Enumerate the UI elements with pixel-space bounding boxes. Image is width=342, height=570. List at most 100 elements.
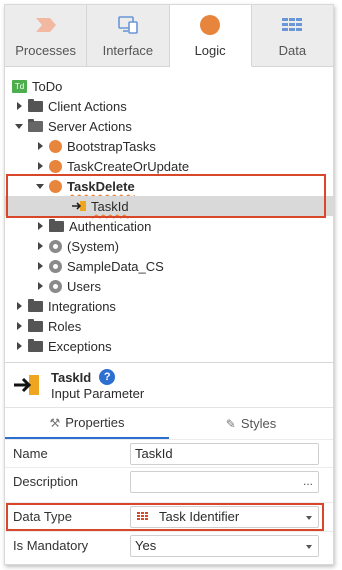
tree-item-label: Roles [48,318,82,334]
expand-arrow-icon[interactable] [35,241,45,251]
tab-processes[interactable]: Processes [5,5,88,66]
chevron-down-icon [306,544,312,549]
expand-arrow-icon[interactable] [14,341,24,351]
tree-item-label: (System) [67,238,119,254]
expand-arrow-icon[interactable] [35,141,45,151]
tree-item-client-actions[interactable]: Client Actions [5,96,333,116]
module-reference-icon [49,279,62,293]
app-icon: Td [12,79,27,93]
collapse-arrow-icon[interactable] [35,181,45,191]
data-type-value: Task Identifier [159,509,240,524]
tree-item-label: Server Actions [48,118,132,134]
tree-item-integrations[interactable]: Integrations [5,296,333,316]
expand-arrow-icon[interactable] [14,321,24,331]
data-grid-icon [280,15,304,35]
tab-properties-label: Properties [65,415,125,430]
name-field-value: TaskId [135,446,173,461]
more-options-icon[interactable]: ... [303,474,313,488]
expand-arrow-icon[interactable] [35,281,45,291]
tab-interface-label: Interface [102,43,154,58]
tree-item-server-actions[interactable]: Server Actions [5,116,333,136]
tree-item-label: TaskDelete [67,178,135,194]
tab-logic[interactable]: Logic [169,5,252,67]
tab-logic-label: Logic [194,43,226,58]
module-reference-icon [49,239,62,253]
tree-item-label: SampleData_CS [67,258,164,274]
data-type-select[interactable]: Task Identifier [130,505,319,528]
expand-arrow-icon[interactable] [35,221,45,231]
property-label: Data Type [13,509,73,524]
input-parameter-icon [13,373,41,397]
details-title-block: TaskId ? Input Parameter [51,369,144,401]
module-reference-icon [49,259,62,273]
expand-arrow-icon[interactable] [35,261,45,271]
expand-arrow-icon[interactable] [14,101,24,111]
tab-bar: Processes Interface Logic Data [5,5,333,67]
input-parameter-icon [71,200,87,212]
tree-item-label: Authentication [69,218,152,234]
description-field[interactable]: ... [130,470,319,493]
tab-styles[interactable]: ✎ Styles [169,408,333,439]
details-header: TaskId ? Input Parameter [13,367,333,403]
tree-item-taskid[interactable]: TaskId [5,196,333,216]
name-field[interactable]: TaskId [130,442,319,465]
tree-item-label: TaskId [91,198,129,214]
logic-tree: Td ToDo Client Actions Server Actions Bo… [5,67,333,363]
tab-data-label: Data [278,43,307,58]
property-label: Description [13,474,79,489]
property-row-data-type: Data Type Task Identifier [5,502,333,530]
collapse-arrow-icon[interactable] [14,121,24,131]
details-kind: Input Parameter [51,386,145,401]
tree-item-authentication[interactable]: Authentication [5,216,333,236]
tree-item-label: Users [67,278,101,294]
property-row-name: Name TaskId [5,439,333,467]
wrench-icon: ⚒ [49,415,61,430]
divider [5,362,333,363]
tab-properties[interactable]: ⚒ Properties [5,408,169,439]
details-tabs: ⚒ Properties ✎ Styles [5,407,333,439]
help-icon[interactable]: ? [99,369,116,385]
server-action-icon [49,159,62,173]
property-row-is-mandatory: Is Mandatory Yes [5,531,333,559]
identifier-icon [137,511,149,522]
tree-item-label: Client Actions [48,98,127,114]
tab-processes-label: Processes [15,43,76,58]
tab-styles-label: Styles [240,416,277,431]
tab-data[interactable]: Data [252,5,333,66]
tree-item-exceptions[interactable]: Exceptions [5,336,333,356]
tree-item-label: TaskCreateOrUpdate [67,158,190,174]
property-row-description: Description ... [5,467,333,495]
property-label: Is Mandatory [13,538,89,553]
is-mandatory-select[interactable]: Yes [130,534,319,557]
folder-icon [49,218,64,232]
brush-icon: ✎ [225,416,236,431]
is-mandatory-value: Yes [135,538,157,553]
tree-item-sampledata[interactable]: SampleData_CS [5,256,333,276]
folder-icon [28,338,43,352]
details-name: TaskId [51,369,92,385]
folder-open-icon [28,118,43,132]
logic-circle-icon [198,15,222,35]
tree-item-taskcreateorupdate[interactable]: TaskCreateOrUpdate [5,156,333,176]
logic-panel: Processes Interface Logic Data Td ToDo C… [4,4,334,565]
tree-item-system[interactable]: (System) [5,236,333,256]
server-action-icon [49,179,62,193]
expand-arrow-icon[interactable] [35,161,45,171]
chevron-down-icon [306,515,312,520]
tree-item-bootstraptasks[interactable]: BootstrapTasks [5,136,333,156]
tree-item-users[interactable]: Users [5,276,333,296]
tree-item-app-label: ToDo [32,78,63,94]
tree-item-label: Exceptions [48,338,112,354]
folder-icon [28,318,43,332]
processes-chevron-icon [34,15,58,35]
server-action-icon [49,139,62,153]
tree-item-app[interactable]: Td ToDo [5,76,333,96]
tree-item-label: Integrations [48,298,116,314]
property-label: Name [13,446,48,461]
tab-interface[interactable]: Interface [87,5,170,66]
details-title: TaskId ? [51,369,144,385]
tree-item-taskdelete[interactable]: TaskDelete [5,176,333,196]
folder-icon [28,98,43,112]
tree-item-roles[interactable]: Roles [5,316,333,336]
expand-arrow-icon[interactable] [14,301,24,311]
